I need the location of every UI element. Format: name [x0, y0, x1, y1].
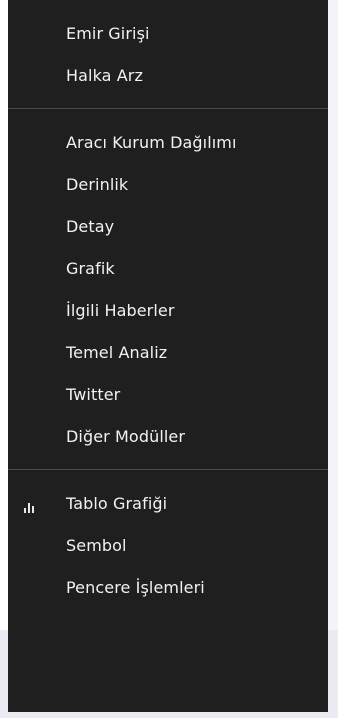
menu-item-label: İlgili Haberler	[66, 300, 175, 320]
menu-section-modules: Aracı Kurum Dağılımı Derinlik Detay Graf…	[8, 116, 328, 462]
menu-item-halka-arz[interactable]: Halka Arz	[8, 54, 328, 96]
menu-item-pencere-islemleri[interactable]: Pencere İşlemleri	[8, 566, 328, 608]
menu-divider	[8, 108, 328, 109]
menu-item-ilgili-haberler[interactable]: İlgili Haberler	[8, 289, 328, 331]
menu-item-twitter[interactable]: Twitter	[8, 373, 328, 415]
menu-item-label: Halka Arz	[66, 65, 143, 85]
menu-item-label: Emir Girişi	[66, 23, 150, 43]
menu-item-araci-kurum-dagilimi[interactable]: Aracı Kurum Dağılımı	[8, 121, 328, 163]
menu-item-label: Detay	[66, 216, 115, 236]
menu-item-label: Temel Analiz	[66, 342, 168, 362]
menu-divider	[8, 469, 328, 470]
menu-item-tablo-grafigi[interactable]: Tablo Grafiği	[8, 482, 328, 524]
menu-item-temel-analiz[interactable]: Temel Analiz	[8, 331, 328, 373]
menu-item-label: Twitter	[66, 384, 121, 404]
menu-section-orders: Emir Girişi Halka Arz	[8, 0, 328, 101]
menu-item-sembol[interactable]: Sembol	[8, 524, 328, 566]
menu-item-label: Grafik	[66, 258, 115, 278]
bar-chart-icon	[22, 497, 40, 513]
menu-item-grafik[interactable]: Grafik	[8, 247, 328, 289]
menu-item-label: Aracı Kurum Dağılımı	[66, 132, 237, 152]
menu-item-derinlik[interactable]: Derinlik	[8, 163, 328, 205]
menu-item-detay[interactable]: Detay	[8, 205, 328, 247]
menu-section-window: Tablo Grafiği Sembol Pencere İşlemleri	[8, 477, 328, 613]
menu-item-label: Diğer Modüller	[66, 426, 186, 446]
context-menu: Emir Girişi Halka Arz Aracı Kurum Dağılı…	[8, 0, 328, 712]
menu-item-diger-moduller[interactable]: Diğer Modüller	[8, 415, 328, 457]
menu-item-label: Sembol	[66, 535, 127, 555]
menu-item-emir-girisi[interactable]: Emir Girişi	[8, 12, 328, 54]
menu-item-label: Derinlik	[66, 174, 129, 194]
menu-item-label: Tablo Grafiği	[66, 493, 168, 513]
background-panel	[328, 0, 338, 718]
menu-item-label: Pencere İşlemleri	[66, 577, 205, 597]
